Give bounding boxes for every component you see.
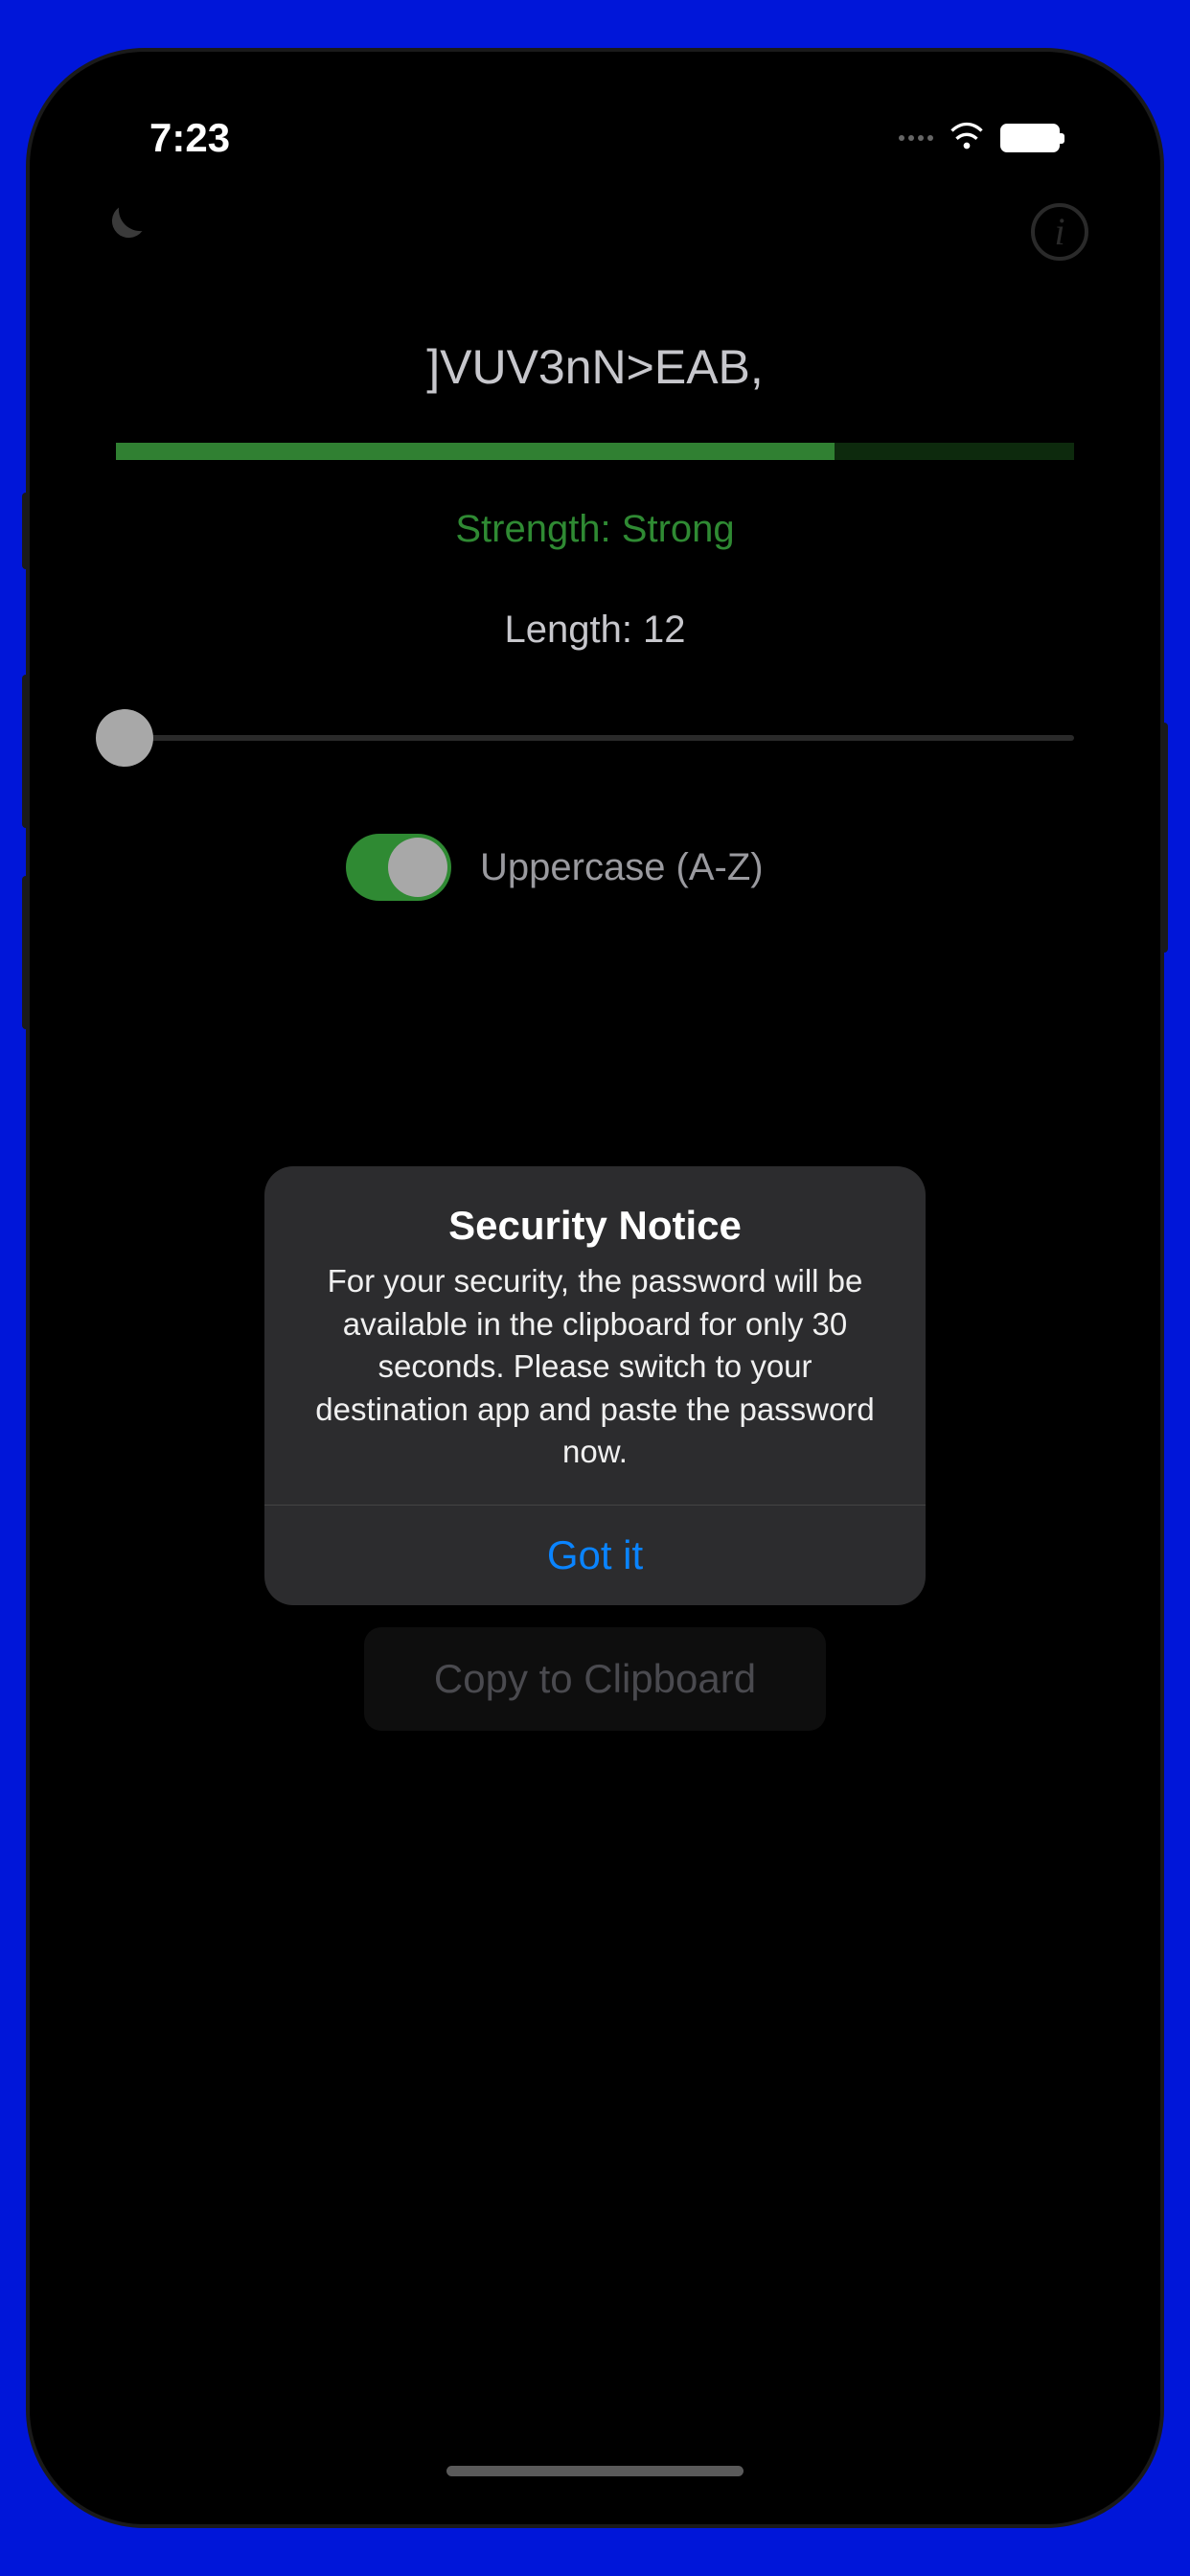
dark-mode-icon[interactable]: [92, 200, 149, 263]
uppercase-toggle[interactable]: [346, 834, 451, 901]
strength-bar: [116, 443, 1074, 460]
app-top-bar: i: [54, 191, 1136, 301]
device-screen: 7:23 i ]VUV3nN>EAB, Strength:: [54, 76, 1136, 2500]
uppercase-toggle-label: Uppercase (A-Z): [480, 846, 764, 889]
strength-bar-fill: [116, 443, 835, 460]
strength-label: Strength: Strong: [455, 508, 734, 551]
alert-body: Security Notice For your security, the p…: [264, 1166, 926, 1505]
device-volume-down: [22, 876, 30, 1029]
device-volume-up: [22, 675, 30, 828]
device-power-button: [1160, 723, 1168, 953]
slider-track: [116, 735, 1074, 741]
length-label: Length: 12: [504, 609, 685, 652]
cellular-dots-icon: [899, 135, 933, 141]
battery-icon: [1000, 124, 1060, 152]
alert-title: Security Notice: [293, 1203, 897, 1249]
status-bar: 7:23: [54, 76, 1136, 191]
copy-button[interactable]: Copy to Clipboard: [364, 1627, 825, 1731]
slider-thumb[interactable]: [96, 709, 153, 767]
password-output: ]VUV3nN>EAB,: [426, 339, 764, 395]
wifi-icon: [948, 117, 986, 160]
info-icon[interactable]: i: [1031, 203, 1088, 261]
device-mute-switch: [22, 493, 30, 569]
uppercase-toggle-row: Uppercase (A-Z): [346, 834, 764, 901]
status-time: 7:23: [149, 115, 230, 161]
security-alert: Security Notice For your security, the p…: [264, 1166, 926, 1605]
length-slider[interactable]: [116, 709, 1074, 767]
toggle-knob: [388, 838, 447, 897]
alert-confirm-button[interactable]: Got it: [264, 1506, 926, 1605]
home-indicator[interactable]: [446, 2466, 744, 2476]
device-frame: 7:23 i ]VUV3nN>EAB, Strength:: [30, 52, 1160, 2524]
status-icons: [899, 117, 1060, 160]
alert-message: For your security, the password will be …: [293, 1260, 897, 1474]
